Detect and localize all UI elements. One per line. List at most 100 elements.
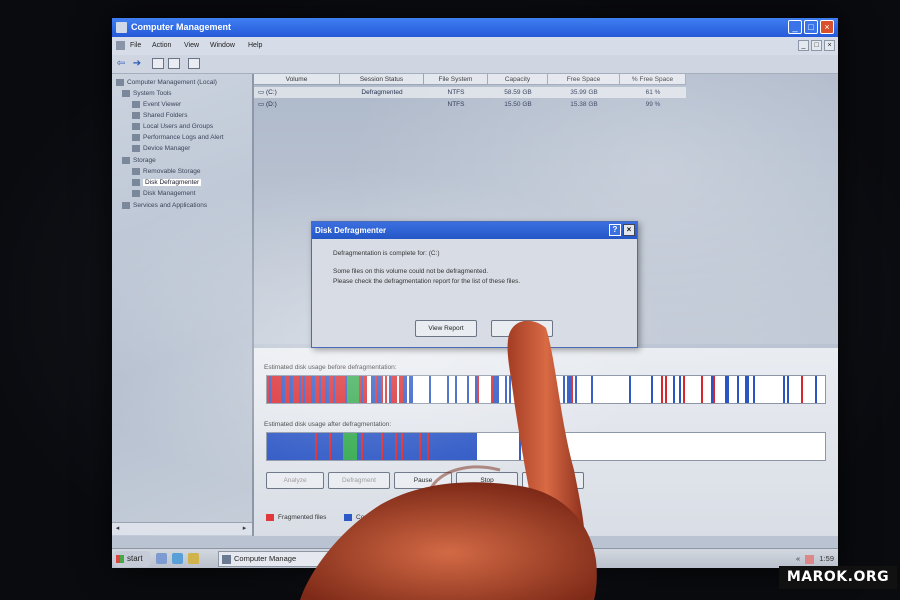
tree-computer-management[interactable]: Computer Management (Local) xyxy=(116,78,217,87)
table-row[interactable]: ▭ (C:) Defragmented NTFS 58.59 GB 35.99 … xyxy=(254,87,686,98)
tree-shared-folders[interactable]: Shared Folders xyxy=(132,111,187,120)
usage-segment xyxy=(505,433,507,460)
usage-segment xyxy=(409,433,411,460)
usage-segment xyxy=(305,433,307,460)
back-button[interactable]: ⇦ xyxy=(116,57,126,70)
tree-performance-logs[interactable]: Performance Logs and Alert xyxy=(132,133,224,142)
col-percent-free[interactable]: % Free Space xyxy=(620,74,686,85)
mdi-restore-button[interactable]: □ xyxy=(811,40,822,51)
tree-local-users[interactable]: Local Users and Groups xyxy=(132,122,213,131)
start-button[interactable]: start xyxy=(114,551,150,567)
tree-disk-defragmenter[interactable]: Disk Defragmenter xyxy=(132,178,202,187)
tree-storage[interactable]: Storage xyxy=(122,156,156,165)
mdi-minimize-button[interactable]: _ xyxy=(798,40,809,51)
quicklaunch-media-icon[interactable] xyxy=(188,553,199,564)
freespace-cell: 35.99 GB xyxy=(570,89,598,96)
network-icon[interactable] xyxy=(805,554,815,564)
maximize-button[interactable]: □ xyxy=(804,20,818,34)
tree-disk-management[interactable]: Disk Management xyxy=(132,189,195,198)
forward-button[interactable]: ➔ xyxy=(132,57,142,70)
usage-segment xyxy=(491,433,493,460)
usage-segment xyxy=(485,376,487,403)
usage-segment xyxy=(639,433,641,460)
usage-segment xyxy=(543,433,545,460)
usage-segment xyxy=(387,376,389,403)
usage-segment xyxy=(483,376,485,403)
services-icon xyxy=(122,201,130,209)
mdi-close-button[interactable]: × xyxy=(824,40,835,51)
dialog-close-button[interactable]: Close xyxy=(491,320,553,337)
stop-button[interactable]: Stop xyxy=(456,472,518,489)
up-one-level-icon[interactable] xyxy=(152,58,164,69)
view-report-button-panel[interactable]: View Report xyxy=(522,472,584,489)
usage-segment xyxy=(671,376,673,403)
col-volume[interactable]: Volume xyxy=(254,74,340,85)
quicklaunch-desktop-icon[interactable] xyxy=(156,553,167,564)
app-menu-icon[interactable] xyxy=(116,41,125,50)
usage-segment xyxy=(545,376,547,403)
scroll-right-icon[interactable]: ▸ xyxy=(240,524,249,533)
minimize-button[interactable]: _ xyxy=(788,20,802,34)
analyze-button[interactable]: Analyze xyxy=(266,472,324,489)
properties-icon[interactable] xyxy=(188,58,200,69)
close-button[interactable]: × xyxy=(820,20,834,34)
usage-segment xyxy=(769,376,771,403)
usage-segment xyxy=(595,433,597,460)
usage-segment xyxy=(417,376,419,403)
dialog-close-icon[interactable]: × xyxy=(623,224,635,236)
tree-event-viewer[interactable]: Event Viewer xyxy=(132,100,181,109)
usage-segment xyxy=(775,433,777,460)
dialog-title-bar[interactable]: Disk Defragmenter ? × xyxy=(312,222,637,239)
usage-segment xyxy=(693,433,695,460)
usage-segment xyxy=(351,433,353,460)
title-bar[interactable]: Computer Management _ □ × xyxy=(112,18,838,37)
usage-segment xyxy=(365,376,367,403)
usage-segment xyxy=(485,433,487,460)
menu-action[interactable]: Action xyxy=(152,37,171,55)
tree-device-manager[interactable]: Device Manager xyxy=(132,144,190,153)
table-row[interactable]: ▭ (D:) NTFS 15.50 GB 15.38 GB 99 % xyxy=(254,99,686,110)
usage-segment xyxy=(731,433,733,460)
usage-segment xyxy=(573,433,575,460)
taskbar-item-computer-management[interactable]: Computer Manage xyxy=(218,551,338,567)
usage-segment xyxy=(577,376,579,403)
tree-system-tools[interactable]: System Tools xyxy=(122,89,172,98)
defragment-button[interactable]: Defragment xyxy=(328,472,390,489)
tree-horizontal-scrollbar[interactable]: ◂ ▸ xyxy=(112,522,252,535)
scroll-left-icon[interactable]: ◂ xyxy=(113,524,122,533)
col-free-space[interactable]: Free Space xyxy=(548,74,620,85)
usage-segment xyxy=(275,376,277,403)
menu-file[interactable]: File xyxy=(130,37,141,55)
usage-segment xyxy=(337,433,339,460)
pause-button[interactable]: Pause xyxy=(394,472,452,489)
usage-segment xyxy=(431,376,433,403)
menu-help[interactable]: Help xyxy=(248,37,262,55)
usage-segment xyxy=(631,376,633,403)
usage-segment xyxy=(503,433,505,460)
view-report-button[interactable]: View Report xyxy=(415,320,477,337)
usage-segment xyxy=(267,433,269,460)
quicklaunch-ie-icon[interactable] xyxy=(172,553,183,564)
tray-expand-button[interactable]: « xyxy=(796,554,800,563)
usage-segment xyxy=(615,433,617,460)
clock[interactable]: 1:59 xyxy=(819,554,834,563)
usage-segment xyxy=(387,433,389,460)
usage-segment xyxy=(419,433,421,460)
usage-segment xyxy=(713,376,715,403)
usage-segment xyxy=(755,376,757,403)
volume-cell: ▭ (D:) xyxy=(258,101,277,108)
after-label: Estimated disk usage after defragmentati… xyxy=(264,421,392,428)
tree-removable-storage[interactable]: Removable Storage xyxy=(132,167,200,176)
show-hide-tree-icon[interactable] xyxy=(168,58,180,69)
col-session-status[interactable]: Session Status xyxy=(340,74,424,85)
usage-segment xyxy=(425,433,427,460)
usage-segment xyxy=(619,376,621,403)
col-file-system[interactable]: File System xyxy=(424,74,488,85)
usage-segment xyxy=(319,376,321,403)
menu-view[interactable]: View xyxy=(184,37,199,55)
menu-window[interactable]: Window xyxy=(210,37,235,55)
col-capacity[interactable]: Capacity xyxy=(488,74,548,85)
tree-services-applications[interactable]: Services and Applications xyxy=(122,201,207,210)
usage-segment xyxy=(673,433,675,460)
dialog-help-button[interactable]: ? xyxy=(609,224,621,236)
